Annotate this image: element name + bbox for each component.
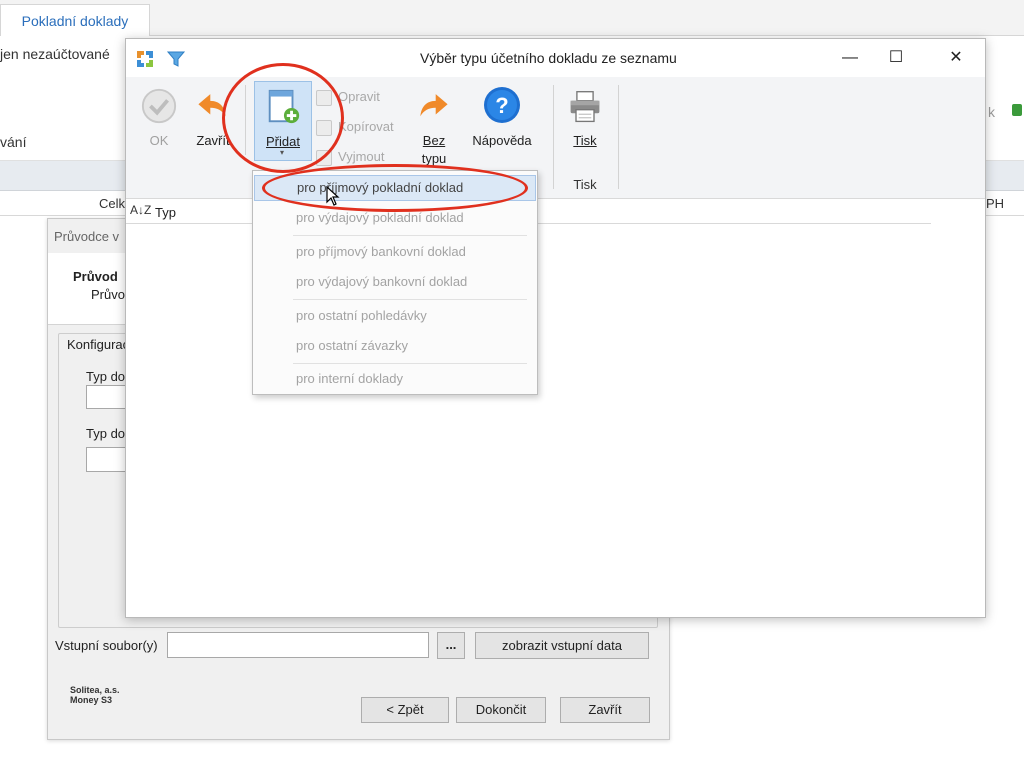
app-logo-icon bbox=[137, 51, 153, 67]
help-label: Nápověda bbox=[472, 133, 532, 148]
no-type-button[interactable]: Bez typu bbox=[410, 87, 458, 177]
column-header-typ[interactable]: Typ bbox=[155, 205, 176, 220]
checkmark-icon bbox=[141, 88, 177, 124]
brand-label: Solitea, a.s. Money S3 bbox=[70, 685, 120, 705]
menu-item-other-receivables[interactable]: pro ostatní pohledávky bbox=[254, 303, 536, 329]
menu-separator bbox=[293, 363, 527, 364]
add-button[interactable]: Přidat ▾ bbox=[254, 81, 312, 161]
ribbon-partial-label: k bbox=[988, 104, 995, 120]
copy-icon bbox=[316, 120, 332, 136]
close-button[interactable]: Zavřít bbox=[188, 87, 238, 157]
print-label: Tisk bbox=[573, 133, 597, 148]
back-button[interactable]: < Zpět bbox=[361, 697, 449, 723]
ribbon-group-label: vání bbox=[0, 134, 27, 150]
filter-icon[interactable] bbox=[166, 49, 186, 69]
menu-item-income-cash[interactable]: pro příjmový pokladní doklad bbox=[254, 175, 536, 201]
printer-icon bbox=[570, 91, 600, 123]
configuration-group-label: Konfigurac bbox=[67, 337, 132, 352]
cut-icon bbox=[316, 150, 332, 166]
browse-button[interactable]: ... bbox=[437, 632, 465, 659]
svg-text:?: ? bbox=[495, 93, 508, 118]
menu-separator bbox=[293, 235, 527, 236]
sort-icon[interactable]: A↓Z bbox=[130, 203, 151, 217]
add-dropdown-menu: pro příjmový pokladní doklad pro výdajov… bbox=[252, 170, 538, 395]
brand-company: Solitea, a.s. bbox=[70, 685, 120, 695]
input-file-field[interactable] bbox=[167, 632, 429, 658]
main-tab-bar: Pokladní doklady bbox=[0, 0, 1024, 37]
column-header-dph[interactable]: PH bbox=[986, 196, 1004, 211]
show-input-data-button[interactable]: zobrazit vstupní data bbox=[475, 632, 649, 659]
maximize-button[interactable]: ☐ bbox=[874, 43, 918, 73]
tab-pokladni-doklady[interactable]: Pokladní doklady bbox=[0, 4, 150, 37]
print-button[interactable]: Tisk bbox=[560, 87, 610, 159]
menu-item-expense-cash[interactable]: pro výdajový pokladní doklad bbox=[254, 205, 536, 231]
cut-button[interactable]: Vyjmout bbox=[316, 149, 406, 167]
menu-item-internal[interactable]: pro interní doklady bbox=[254, 366, 536, 392]
edit-button[interactable]: Opravit bbox=[316, 89, 406, 107]
arrow-back-icon bbox=[198, 94, 226, 117]
wizard-header-subtitle: Průvo bbox=[91, 287, 125, 302]
edit-icon bbox=[316, 90, 332, 106]
finish-button[interactable]: Dokončit bbox=[456, 697, 546, 723]
menu-item-income-bank[interactable]: pro příjmový bankovní doklad bbox=[254, 239, 536, 265]
no-type-label-2: typu bbox=[421, 151, 447, 166]
ok-label: OK bbox=[149, 133, 169, 148]
document-type-label-1: Typ do bbox=[86, 369, 126, 384]
ok-button[interactable]: OK bbox=[134, 87, 184, 157]
arrow-forward-icon bbox=[420, 94, 448, 117]
help-icon: ? bbox=[484, 87, 520, 123]
toolbar-separator bbox=[245, 85, 246, 155]
dropdown-arrow-icon: ▾ bbox=[280, 148, 285, 157]
new-document-icon bbox=[268, 89, 300, 124]
menu-item-other-liabilities[interactable]: pro ostatní závazky bbox=[254, 333, 536, 359]
copy-button[interactable]: Kopírovat bbox=[316, 119, 406, 137]
help-button[interactable]: ? Nápověda bbox=[464, 85, 540, 157]
dialog-titlebar: Výběr typu účetního dokladu ze seznamu —… bbox=[126, 39, 985, 77]
cut-label: Vyjmout bbox=[338, 149, 385, 164]
menu-item-expense-bank[interactable]: pro výdajový bankovní doklad bbox=[254, 269, 536, 295]
document-type-label-2: Typ do bbox=[86, 426, 126, 441]
column-header-celkem[interactable]: Celk bbox=[99, 196, 125, 211]
filter-unposted-label[interactable]: jen nezaúčtované bbox=[0, 46, 110, 62]
edit-label: Opravit bbox=[338, 89, 380, 104]
menu-separator bbox=[293, 299, 527, 300]
wizard-title: Průvodce v bbox=[54, 229, 120, 244]
brand-product: Money S3 bbox=[70, 695, 113, 705]
no-type-label-1: Bez bbox=[422, 133, 446, 148]
close-label: Zavřít bbox=[196, 133, 230, 148]
copy-label: Kopírovat bbox=[338, 119, 394, 134]
toolbar-separator bbox=[553, 85, 554, 189]
wizard-close-button[interactable]: Zavřít bbox=[560, 697, 650, 723]
print-group-label: Tisk bbox=[573, 177, 597, 192]
ribbon-partial-icon[interactable] bbox=[1012, 104, 1022, 116]
wizard-header-title: Průvod bbox=[73, 269, 118, 284]
input-file-label: Vstupní soubor(y) bbox=[55, 638, 158, 653]
add-label: Přidat bbox=[266, 134, 300, 149]
toolbar-separator bbox=[618, 85, 619, 189]
dialog-close-x-button[interactable]: ✕ bbox=[934, 43, 978, 73]
dialog-title: Výběr typu účetního dokladu ze seznamu bbox=[420, 50, 677, 66]
mouse-cursor-icon bbox=[326, 186, 340, 206]
minimize-button[interactable]: — bbox=[828, 43, 872, 73]
